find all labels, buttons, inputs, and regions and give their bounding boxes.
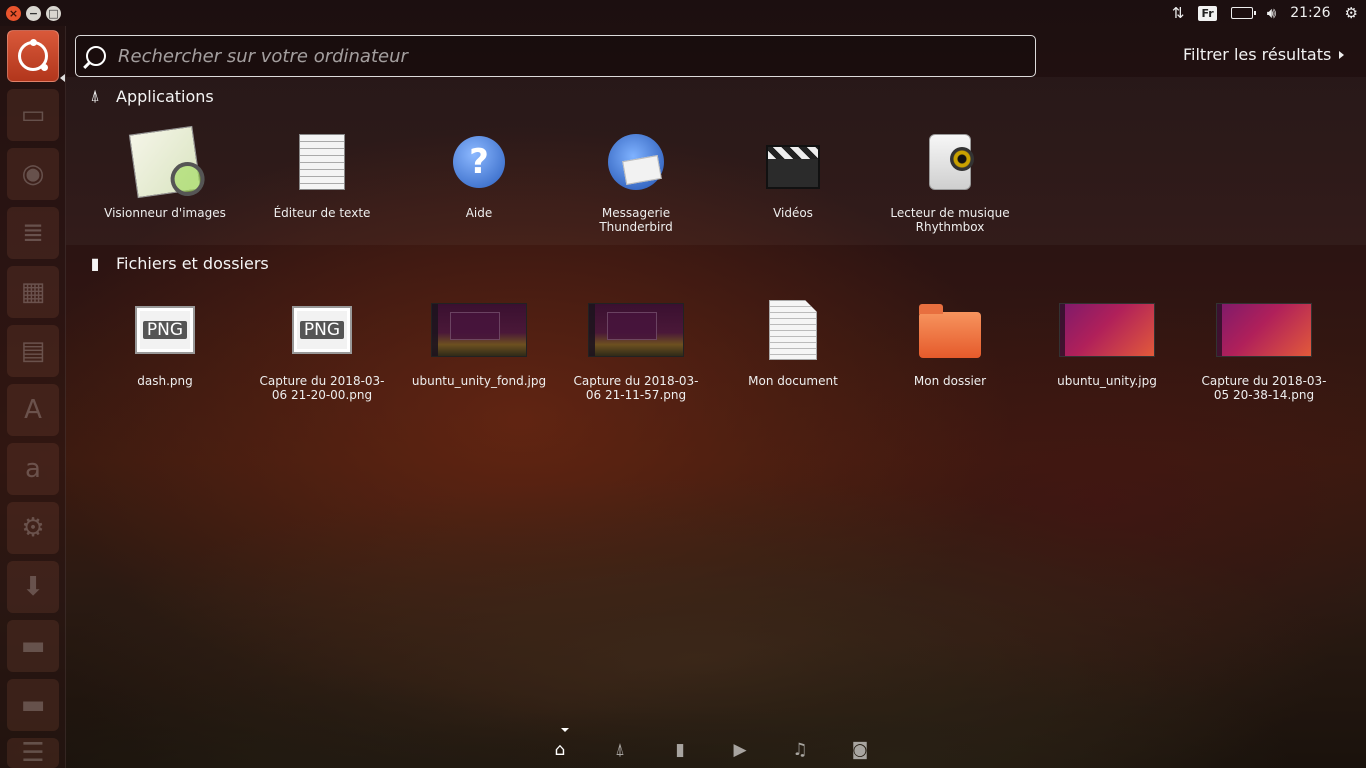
keyboard-layout-indicator[interactable]: Fr — [1198, 5, 1217, 21]
top-panel: × − □ ⇅ Fr 🔊︎ 21:26 ⚙ — [0, 0, 1366, 26]
indicator-area: ⇅ Fr 🔊︎ 21:26 ⚙ — [1172, 4, 1358, 22]
applications-category-icon: ⍋ — [90, 86, 100, 105]
impress-icon[interactable]: ▤ — [7, 325, 59, 377]
file-tile-capture-3[interactable]: Capture du 2018-03-05 20-38-14.png — [1189, 298, 1339, 402]
drive-icon[interactable]: ▬ — [7, 620, 59, 672]
app-tile-text-editor[interactable]: Éditeur de texte — [247, 130, 397, 220]
home-lens-icon[interactable]: ⌂ — [548, 738, 572, 762]
close-icon[interactable]: × — [6, 5, 21, 21]
lens-bar: ⌂ ⍋ ▮ ▶ ♫ ◙ — [548, 738, 872, 762]
file-tile-capture-1[interactable]: PNG Capture du 2018-03-06 21-20-00.png — [247, 298, 397, 402]
image-viewer-icon — [128, 125, 202, 199]
launcher-active-arrow — [60, 74, 65, 82]
thunderbird-icon — [608, 134, 664, 190]
section-title: Fichiers et dossiers — [116, 254, 269, 273]
text-editor-icon — [299, 134, 345, 190]
photo-lens-icon[interactable]: ◙ — [848, 738, 872, 762]
rhythmbox-icon — [929, 134, 974, 190]
wallpaper-thumbnail-icon — [1216, 303, 1312, 357]
filter-results-label: Filtrer les résultats — [1183, 45, 1332, 64]
dash-search-box[interactable] — [75, 35, 1036, 77]
system-settings-icon[interactable]: ⚙ — [7, 502, 59, 554]
file-tile-ubuntu-unity-fond[interactable]: ubuntu_unity_fond.jpg — [404, 298, 554, 388]
maximize-icon[interactable]: □ — [46, 5, 61, 21]
section-title: Applications — [116, 86, 214, 106]
app-tile-help[interactable]: ? Aide — [404, 130, 554, 220]
file-tile-ubuntu-unity[interactable]: ubuntu_unity.jpg — [1032, 298, 1182, 388]
help-icon: ? — [453, 136, 505, 188]
app-tile-thunderbird[interactable]: Messagerie Thunderbird — [561, 130, 711, 234]
app-tile-image-viewer[interactable]: Visionneur d'images — [90, 125, 240, 220]
minimize-icon[interactable]: − — [26, 5, 41, 21]
active-lens-indicator — [561, 728, 569, 732]
videos-icon — [766, 145, 820, 189]
launcher: ▭ ◉ ≣ ▦ ▤ A a ⚙ ⬇ ▬ ▬ ☰ — [0, 26, 66, 768]
search-input[interactable] — [118, 45, 998, 67]
file-tile-mon-dossier[interactable]: Mon dossier — [875, 298, 1025, 388]
png-file-icon: PNG — [292, 306, 352, 354]
writer-icon[interactable]: ≣ — [7, 207, 59, 259]
music-lens-icon[interactable]: ♫ — [788, 738, 812, 762]
app-tile-rhythmbox[interactable]: Lecteur de musique Rhythmbox — [875, 130, 1025, 234]
settings-gear-icon[interactable]: ⚙ — [1345, 4, 1358, 22]
calc-icon[interactable]: ▦ — [7, 266, 59, 318]
ubuntu-logo-icon — [18, 39, 48, 71]
screenshot-thumbnail-icon — [431, 303, 527, 357]
app-tile-videos[interactable]: Vidéos — [718, 130, 868, 220]
file-category-icon: ▮ — [90, 254, 100, 273]
volume-icon[interactable]: 🔊︎ — [1267, 4, 1276, 22]
file-tile-mon-document[interactable]: Mon document — [718, 298, 868, 388]
document-icon — [769, 300, 817, 360]
drive-icon[interactable]: ▬ — [7, 679, 59, 731]
workspace-switcher-icon[interactable]: ☰ — [7, 738, 59, 768]
amazon-icon[interactable]: a — [7, 443, 59, 495]
clock[interactable]: 21:26 — [1290, 5, 1330, 21]
folder-icon — [919, 304, 981, 358]
search-icon — [86, 46, 106, 66]
wallpaper-thumbnail-icon — [1059, 303, 1155, 357]
files-lens-icon[interactable]: ▮ — [668, 738, 692, 762]
filter-results-button[interactable]: Filtrer les résultats — [1183, 45, 1345, 64]
dash-home-button[interactable] — [7, 30, 59, 82]
network-icon[interactable]: ⇅ — [1172, 4, 1185, 22]
chevron-right-icon — [1339, 50, 1345, 59]
files-icon[interactable]: ▭ — [7, 89, 59, 141]
software-center-icon[interactable]: A — [7, 384, 59, 436]
applications-section-header[interactable]: ⍋ Applications — [86, 86, 214, 106]
window-controls: × − □ — [6, 5, 61, 21]
video-lens-icon[interactable]: ▶ — [728, 738, 752, 762]
firefox-icon[interactable]: ◉ — [7, 148, 59, 200]
installer-icon[interactable]: ⬇ — [7, 561, 59, 613]
screenshot-thumbnail-icon — [588, 303, 684, 357]
battery-icon[interactable] — [1230, 7, 1256, 19]
png-file-icon: PNG — [135, 306, 195, 354]
background-wallpaper — [0, 528, 1366, 768]
file-tile-capture-2[interactable]: Capture du 2018-03-06 21-11-57.png — [561, 298, 711, 402]
file-tile-dash-png[interactable]: PNG dash.png — [90, 298, 240, 388]
applications-lens-icon[interactable]: ⍋ — [608, 738, 632, 762]
files-section-header[interactable]: ▮ Fichiers et dossiers — [86, 254, 269, 273]
